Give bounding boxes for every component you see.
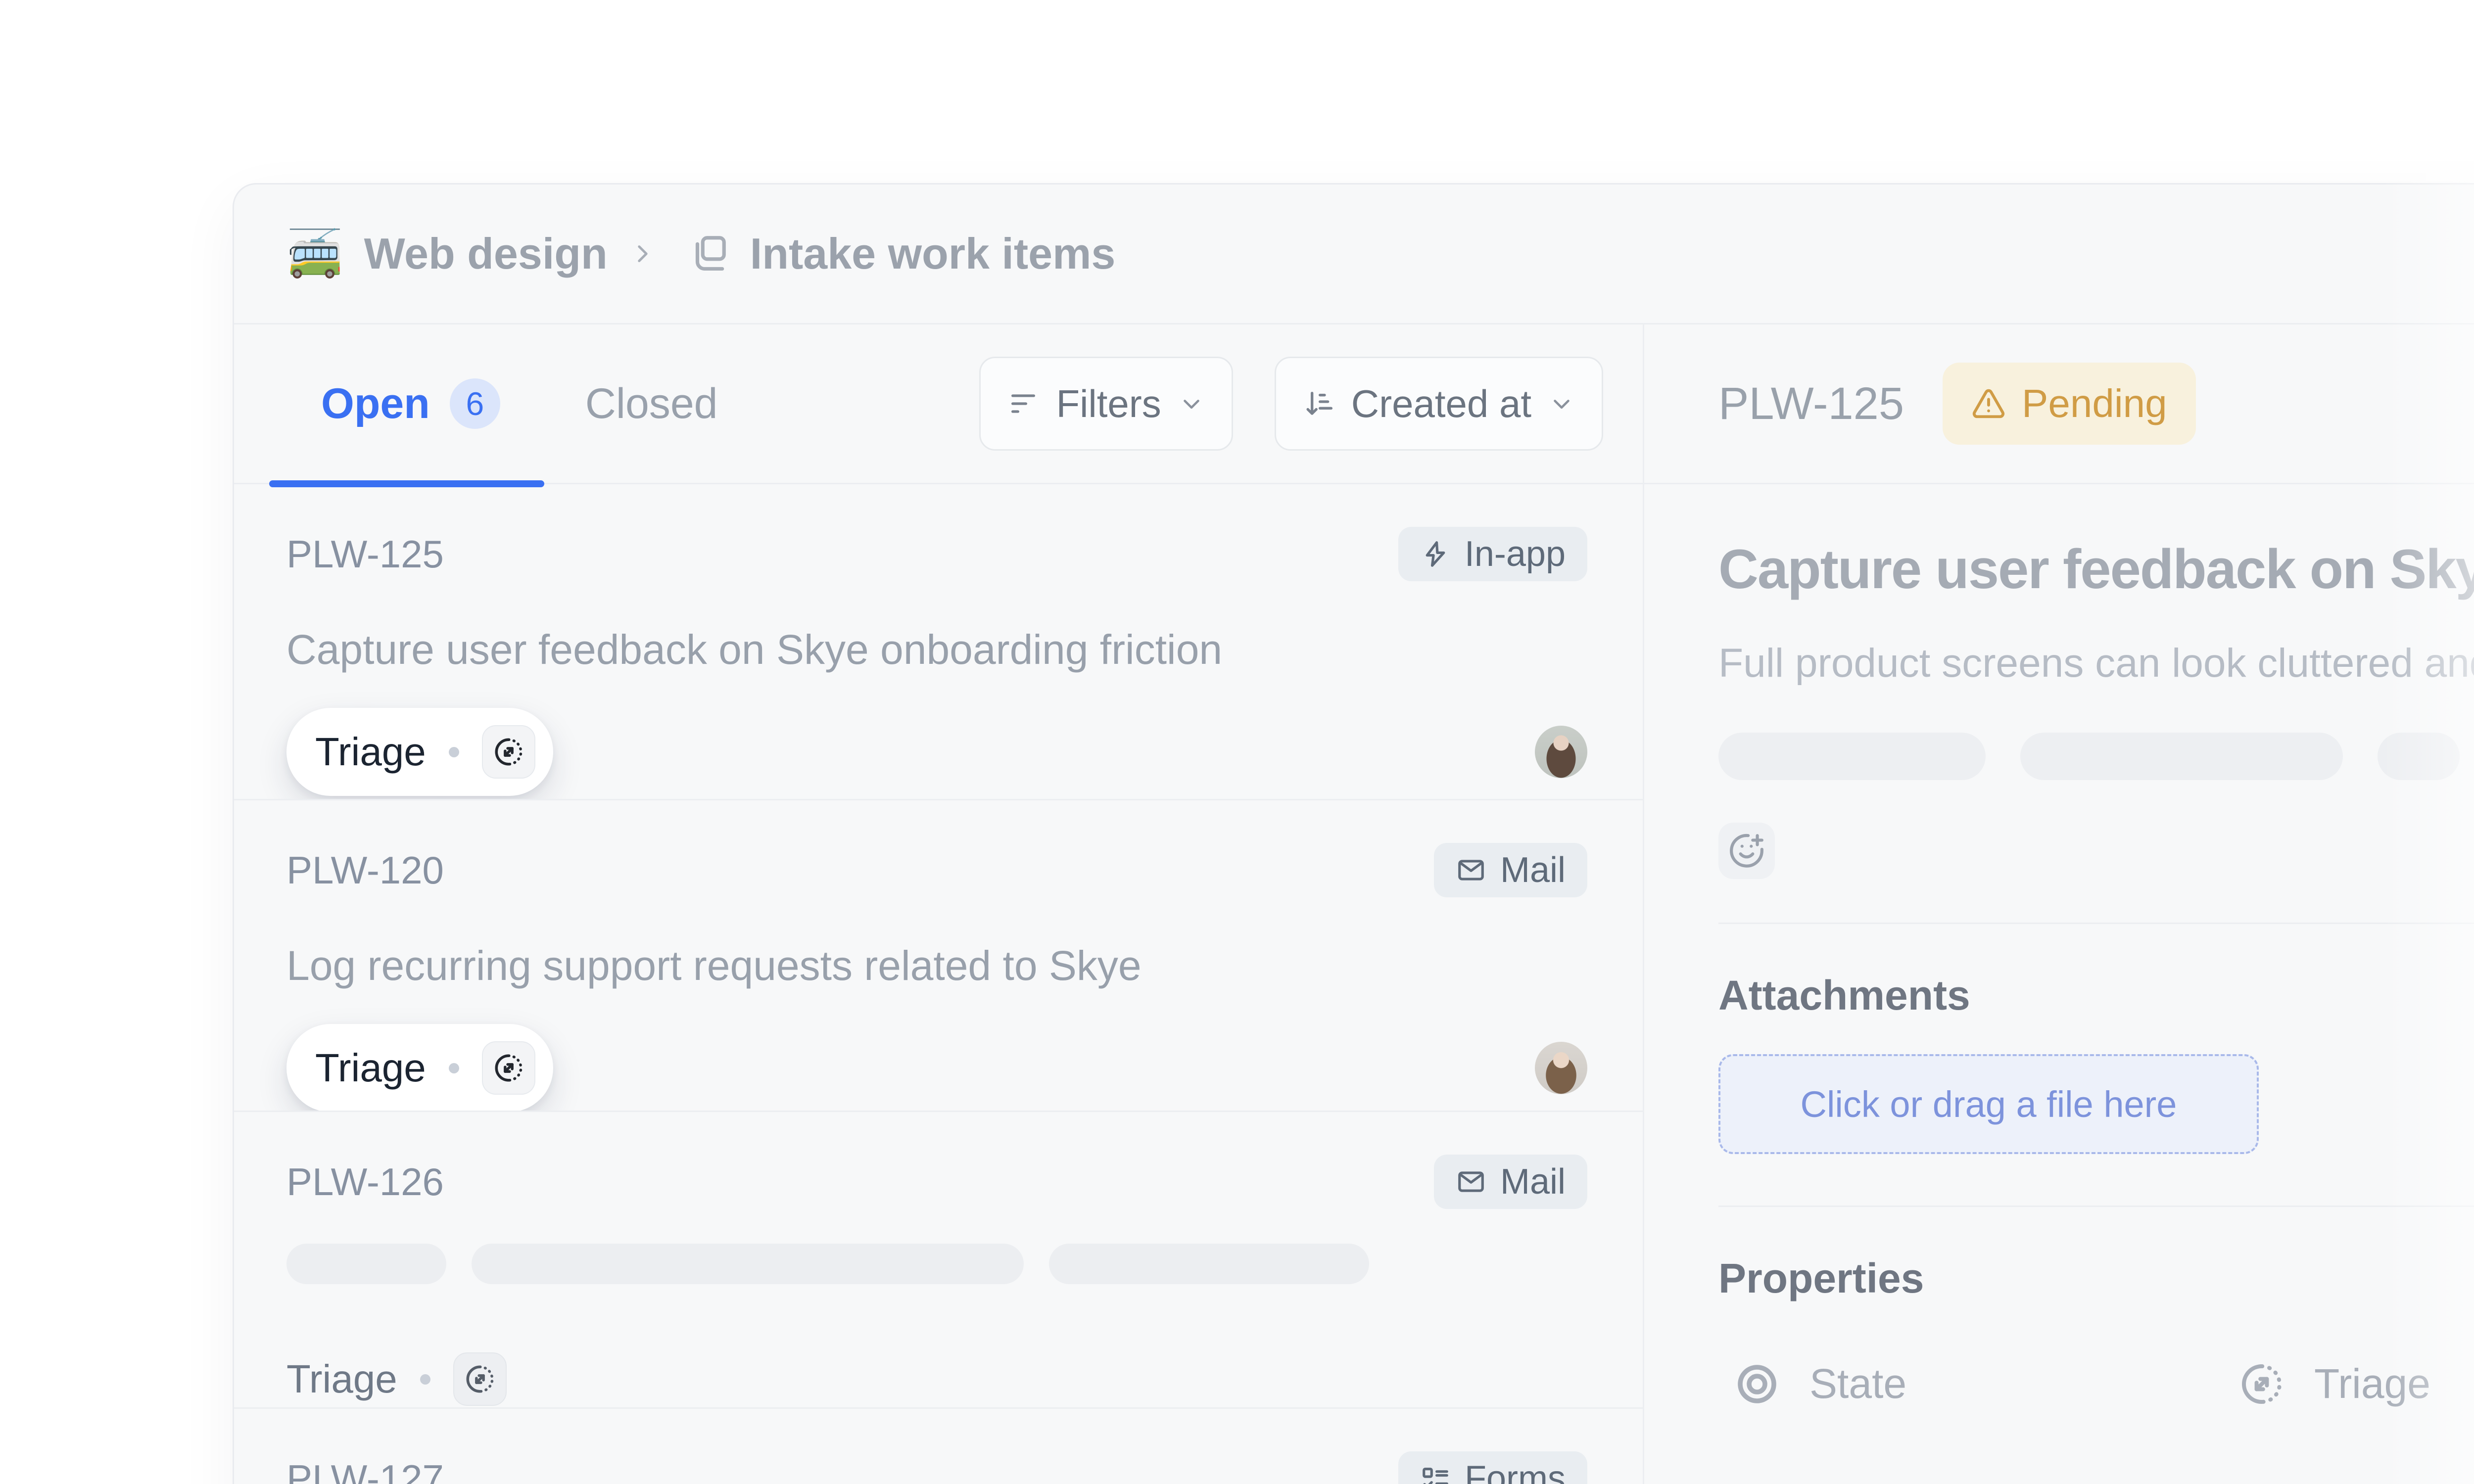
- source-label: Mail: [1500, 850, 1566, 890]
- state-chip[interactable]: Triage: [286, 1352, 507, 1406]
- add-reaction-button[interactable]: [1718, 823, 1775, 879]
- detail-description: Full product screens can look cluttered …: [1718, 639, 2474, 688]
- work-item-detail-panel: PLW-125 Pending Capture user feedback on…: [1644, 325, 2474, 1484]
- tab-closed[interactable]: Closed: [585, 379, 718, 428]
- state-label: Triage: [315, 729, 426, 775]
- sort-descending-icon: [1303, 388, 1334, 419]
- filter-icon: [1007, 388, 1039, 419]
- chevron-right-icon: [628, 239, 657, 268]
- smile-plus-icon: [1728, 833, 1765, 869]
- list-toolbar: Open 6 Closed Filters Created at: [234, 325, 1643, 484]
- work-item-id: PLW-126: [286, 1159, 444, 1205]
- source-badge: In-app: [1398, 527, 1587, 581]
- detail-work-item-id: PLW-125: [1718, 378, 1904, 430]
- lightning-icon: [1420, 539, 1451, 569]
- dot-separator: [449, 747, 459, 757]
- work-item-row[interactable]: PLW-120 Mail Log recurring support reque…: [234, 800, 1643, 1112]
- sort-button[interactable]: Created at: [1275, 357, 1603, 451]
- mail-icon: [1456, 1166, 1486, 1197]
- property-triage-label: Triage: [2314, 1360, 2430, 1408]
- triage-state-button[interactable]: [453, 1352, 507, 1406]
- breadcrumb: 🚎 Web design Intake work items: [234, 185, 2474, 325]
- screenshot-canvas: 🚎 Web design Intake work items Open 6 Cl…: [0, 0, 2474, 1484]
- active-tab-underline: [269, 480, 544, 487]
- source-label: In-app: [1465, 534, 1566, 574]
- triage-state-button[interactable]: [482, 725, 535, 779]
- file-dropzone[interactable]: Click or drag a file here: [1718, 1054, 2259, 1154]
- state-chip[interactable]: Triage: [286, 1024, 553, 1112]
- intake-window: 🚎 Web design Intake work items Open 6 Cl…: [233, 183, 2474, 1484]
- detail-body: Capture user feedback on Skye onboarding…: [1644, 484, 2474, 1408]
- mail-icon: [1456, 855, 1486, 885]
- source-badge: Mail: [1434, 1155, 1587, 1209]
- open-count-badge: 6: [450, 378, 500, 429]
- triage-state-button[interactable]: [482, 1041, 535, 1095]
- status-badge[interactable]: Pending: [1943, 363, 2196, 445]
- source-label: Forms: [1465, 1458, 1566, 1484]
- divider: [1718, 923, 2474, 924]
- state-label: Triage: [315, 1045, 426, 1091]
- tab-open-label: Open: [321, 379, 430, 428]
- property-state-label: State: [1809, 1360, 1906, 1408]
- status-label: Pending: [2022, 381, 2167, 426]
- attachments-heading: Attachments: [1718, 970, 2474, 1021]
- work-item-row[interactable]: PLW-125 In-app Capture user feedback on …: [234, 484, 1643, 800]
- work-item-title: Log recurring support requests related t…: [286, 941, 1587, 990]
- chevron-down-icon: [1178, 390, 1205, 417]
- properties-heading: Properties: [1718, 1252, 2474, 1304]
- project-emoji-icon: 🚎: [286, 231, 343, 277]
- work-item-id: PLW-120: [286, 848, 444, 893]
- breadcrumb-page[interactable]: Intake work items: [750, 229, 1116, 279]
- state-icon: [1733, 1360, 1781, 1408]
- properties-row: State Triage: [1733, 1360, 2474, 1408]
- work-item-row[interactable]: PLW-126 Mail Triage: [234, 1112, 1643, 1409]
- dot-separator: [449, 1063, 459, 1073]
- divider: [1718, 1206, 2474, 1207]
- triage-icon: [464, 1363, 496, 1395]
- work-item-list: PLW-125 In-app Capture user feedback on …: [234, 484, 1643, 1484]
- assignee-avatar: [1535, 726, 1587, 778]
- warning-icon: [1971, 386, 2006, 421]
- source-badge: Mail: [1434, 843, 1587, 897]
- tab-open[interactable]: Open 6: [321, 378, 500, 429]
- state-label: Triage: [286, 1356, 397, 1402]
- state-chip[interactable]: Triage: [286, 708, 553, 796]
- property-triage[interactable]: Triage: [2238, 1360, 2430, 1408]
- filters-button[interactable]: Filters: [979, 357, 1233, 451]
- triage-icon: [492, 736, 525, 768]
- work-item-row[interactable]: PLW-127 Forms: [234, 1409, 1643, 1484]
- breadcrumb-project[interactable]: Web design: [364, 229, 608, 279]
- triage-icon: [2238, 1360, 2285, 1408]
- forms-icon: [1420, 1463, 1451, 1484]
- chevron-down-icon: [1548, 390, 1575, 417]
- intake-icon: [687, 232, 729, 275]
- work-item-id: PLW-127: [286, 1456, 444, 1484]
- intake-list-panel: Open 6 Closed Filters Created at: [234, 325, 1644, 1484]
- work-item-id: PLW-125: [286, 532, 444, 577]
- detail-title: Capture user feedback on Skye onboarding…: [1718, 535, 2474, 604]
- source-badge: Forms: [1398, 1451, 1587, 1484]
- description-skeleton: [1718, 733, 2474, 780]
- filters-label: Filters: [1056, 381, 1161, 426]
- source-label: Mail: [1500, 1161, 1566, 1202]
- triage-icon: [492, 1052, 525, 1084]
- title-skeleton: [286, 1244, 1587, 1284]
- work-item-title: Capture user feedback on Skye onboarding…: [286, 625, 1587, 674]
- dot-separator: [420, 1374, 430, 1385]
- assignee-avatar: [1535, 1042, 1587, 1094]
- sort-label: Created at: [1351, 381, 1531, 426]
- property-state[interactable]: State: [1733, 1360, 2238, 1408]
- dropzone-label: Click or drag a file here: [1801, 1083, 2177, 1125]
- detail-header: PLW-125 Pending: [1644, 325, 2474, 484]
